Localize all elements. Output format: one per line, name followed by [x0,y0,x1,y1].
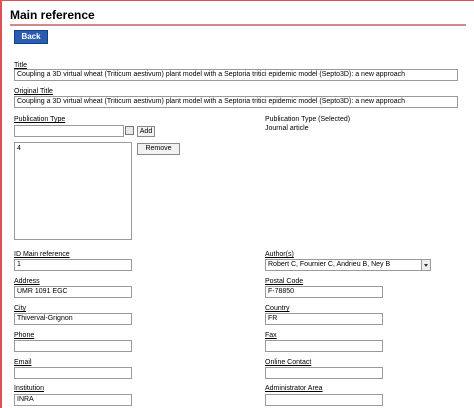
country-label: Country [265,305,290,312]
back-button[interactable]: Back [14,30,48,44]
list-item[interactable]: 4 [17,144,129,153]
publication-type-label: Publication Type [14,116,66,123]
online-contact-label: Online Contact [265,359,312,366]
administrator-area-input[interactable] [265,394,383,406]
authors-value: Robert C, Fournier C, Andrieu B, Ney B [268,261,391,268]
address-label: Address [14,278,40,285]
fax-input[interactable] [265,340,383,352]
chevron-down-icon[interactable] [421,260,430,270]
institution-label: Institution [14,385,44,392]
publication-type-selected-value: Journal article [265,125,309,132]
title-input[interactable]: Coupling a 3D virtual wheat (Triticum ae… [14,69,458,81]
city-input[interactable]: Thiverval-Grignon [14,313,132,325]
institution-input[interactable]: INRA [14,394,132,406]
postal-code-input[interactable]: F-78850 [265,286,383,298]
id-main-reference-input[interactable]: 1 [14,259,132,271]
add-button[interactable]: Add [137,126,155,137]
calendar-icon[interactable] [125,126,134,135]
original-title-input[interactable]: Coupling a 3D virtual wheat (Triticum ae… [14,96,458,108]
country-input[interactable]: FR [265,313,383,325]
authors-select[interactable]: Robert C, Fournier C, Andrieu B, Ney B [265,259,431,271]
publication-type-selected-label: Publication Type (Selected) [265,116,351,123]
city-label: City [14,305,27,312]
id-main-reference-label: ID Main reference [14,251,70,258]
phone-input[interactable] [14,340,132,352]
publication-type-list[interactable]: 4 [14,142,132,240]
fax-label: Fax [265,332,277,339]
page-title: Main reference [10,8,95,22]
authors-label: Author(s) [265,251,294,258]
remove-button[interactable]: Remove [137,143,180,155]
email-input[interactable] [14,367,132,379]
postal-code-label: Postal Code [265,278,304,285]
address-input[interactable]: UMR 1091 EGC [14,286,132,298]
phone-label: Phone [14,332,35,339]
administrator-area-label: Administrator Area [265,385,323,392]
online-contact-input[interactable] [265,367,383,379]
title-divider [10,24,466,26]
publication-type-input[interactable] [14,125,124,137]
email-label: Email [14,359,32,366]
original-title-label: Original Title [14,88,53,95]
